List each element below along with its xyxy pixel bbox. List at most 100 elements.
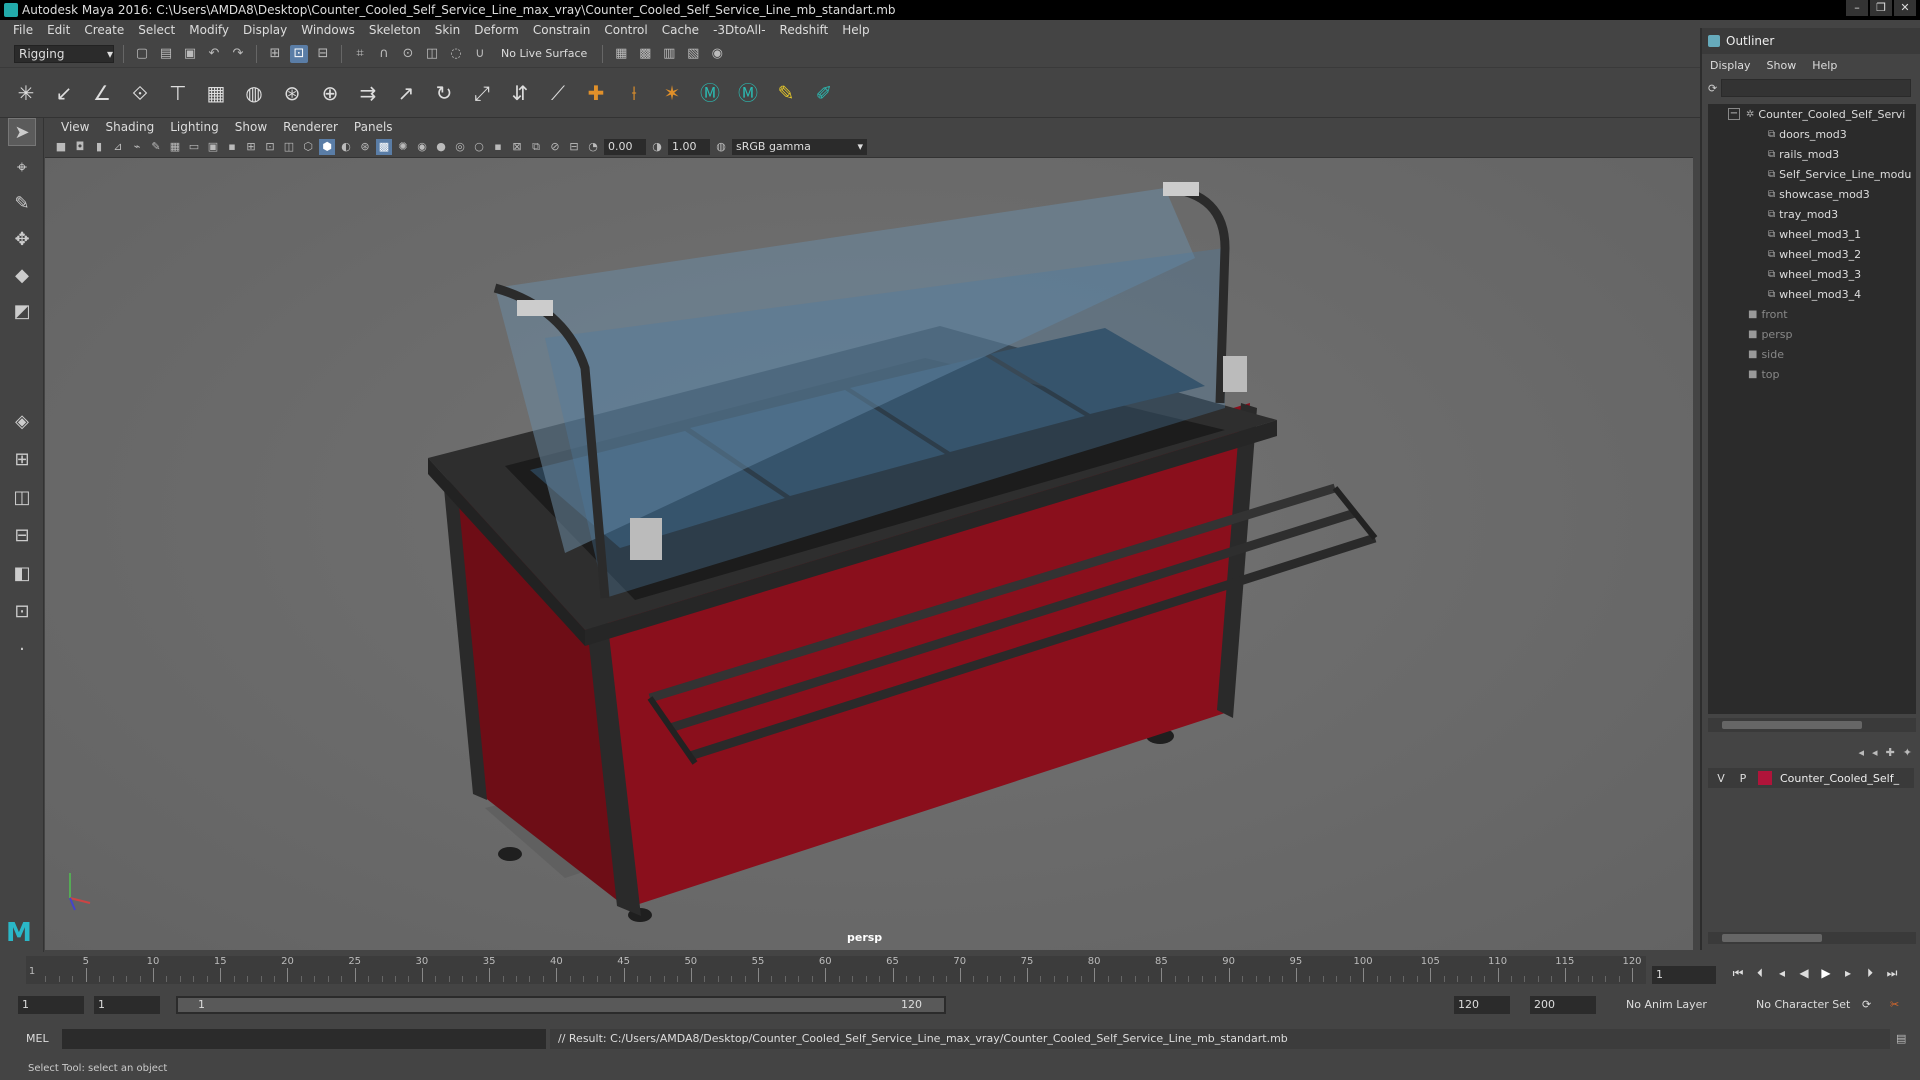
default-material-icon[interactable]: ◐ <box>338 139 354 155</box>
outliner-camera-persp[interactable]: ■ persp <box>1708 324 1916 344</box>
anim-layer-dropdown[interactable]: No Anim Layer <box>1626 996 1707 1014</box>
depth-of-field-icon[interactable]: ▪ <box>490 139 506 155</box>
vp-menu-panels[interactable]: Panels <box>346 120 401 134</box>
outliner-horizontal-scrollbar[interactable] <box>1708 718 1916 732</box>
3d-scene[interactable]: persp <box>45 158 1693 950</box>
lasso-tool-icon[interactable]: ⌖ <box>8 154 36 182</box>
playback-start-field[interactable]: 1 <box>94 996 160 1014</box>
live-surface-label[interactable]: No Live Surface <box>495 47 593 60</box>
xray-joints-icon[interactable]: ⊘ <box>547 139 563 155</box>
parent-constraint-icon[interactable]: ⇵ <box>506 79 534 107</box>
menu-control[interactable]: Control <box>597 23 654 37</box>
smooth-shade-icon[interactable]: ⬢ <box>319 138 335 155</box>
menu-select[interactable]: Select <box>131 23 182 37</box>
step-forward-frame-icon[interactable]: ▸ <box>1840 966 1856 981</box>
snap-curve-icon[interactable]: ∩ <box>375 45 393 63</box>
character-set-dropdown[interactable]: No Character Set <box>1756 996 1850 1014</box>
outliner-camera-side[interactable]: ■ side <box>1708 344 1916 364</box>
single-perspective-layout-icon[interactable]: ◈ <box>8 408 36 436</box>
outliner-camera-top[interactable]: ■ top <box>1708 364 1916 384</box>
menu-create[interactable]: Create <box>77 23 131 37</box>
textured-icon[interactable]: ▩ <box>376 138 392 155</box>
aim-constraint-icon[interactable]: ↗ <box>392 79 420 107</box>
menu-redshift[interactable]: Redshift <box>773 23 836 37</box>
step-back-key-icon[interactable]: ⏴ <box>1752 966 1768 981</box>
cv-curve-icon[interactable]: ⟊ <box>620 79 648 107</box>
camera-select-icon[interactable]: ■ <box>53 139 69 155</box>
locator-icon[interactable]: ✚ <box>582 79 610 107</box>
render-settings-icon[interactable]: ▦ <box>612 45 630 63</box>
gamma-icon[interactable]: ◑ <box>649 139 665 155</box>
new-layer-icon[interactable]: ✚ <box>1886 746 1895 759</box>
outliner-search-input[interactable] <box>1721 79 1912 97</box>
outliner-camera-front[interactable]: ■ front <box>1708 304 1916 324</box>
use-all-lights-icon[interactable]: ✺ <box>395 139 411 155</box>
open-scene-icon[interactable]: ▤ <box>157 45 175 63</box>
menu-file[interactable]: File <box>6 23 40 37</box>
go-to-end-icon[interactable]: ⏭ <box>1884 966 1900 981</box>
outliner-item-wheel-mod3-3[interactable]: ⧉ wheel_mod3_3 <box>1708 264 1916 284</box>
menu-help[interactable]: Help <box>835 23 876 37</box>
script-editor-icon[interactable]: ▤ <box>1896 1032 1906 1045</box>
outliner-item-rails-mod3[interactable]: ⧉ rails_mod3 <box>1708 144 1916 164</box>
grid-icon[interactable]: ▦ <box>167 139 183 155</box>
rotate-tool-icon[interactable]: ◆ <box>8 262 36 290</box>
outliner-item-wheel-mod3-4[interactable]: ⧉ wheel_mod3_4 <box>1708 284 1916 304</box>
xray-icon[interactable]: ⧉ <box>528 139 544 155</box>
isolate-select-icon[interactable]: ⊠ <box>509 139 525 155</box>
lattice-icon[interactable]: ◍ <box>240 79 268 107</box>
grease-pencil-icon[interactable]: ✎ <box>148 139 164 155</box>
animation-start-field[interactable]: 1 <box>18 996 84 1014</box>
select-object-icon[interactable]: ⊡ <box>290 44 308 63</box>
anti-aliasing-icon[interactable]: ○ <box>471 139 487 155</box>
time-ruler[interactable]: 1 5 10 15 20 25 30 35 40 45 50 55 60 65 70 75 80 85 90 95 1… <box>26 956 1646 984</box>
anim-preferences-icon[interactable]: ✂ <box>1890 996 1899 1014</box>
outliner-item-doors-mod3[interactable]: ⧉ doors_mod3 <box>1708 124 1916 144</box>
restore-button[interactable]: ❐ <box>1870 0 1892 16</box>
hypershade-layout-icon[interactable]: ⊡ <box>8 598 36 626</box>
collapse-icon[interactable]: − <box>1728 108 1740 120</box>
ipr-render-icon[interactable]: ▥ <box>660 45 678 63</box>
four-view-layout-icon[interactable]: ⊞ <box>8 446 36 474</box>
camera-attributes-icon[interactable]: ◘ <box>72 139 88 155</box>
filter-icon[interactable]: ⟳ <box>1708 82 1717 95</box>
snap-grid-icon[interactable]: ⌗ <box>351 45 369 63</box>
menu-set-dropdown[interactable]: Rigging ▾ <box>14 44 114 63</box>
close-button[interactable]: ✕ <box>1894 0 1916 16</box>
pole-vector-icon[interactable]: ⟋ <box>544 79 572 107</box>
image-plane-icon[interactable]: ⊿ <box>110 139 126 155</box>
outliner-item-showcase-mod3[interactable]: ⧉ showcase_mod3 <box>1708 184 1916 204</box>
view-transform-dropdown[interactable]: sRGB gamma ▾ <box>732 138 867 155</box>
animation-end-field[interactable]: 200 <box>1530 996 1596 1014</box>
menu-3dtoall[interactable]: -3DtoAll- <box>706 23 772 37</box>
step-forward-key-icon[interactable]: ⏵ <box>1862 966 1878 981</box>
range-handle[interactable]: 1 120 <box>178 998 944 1012</box>
resolution-gate-icon[interactable]: ▣ <box>205 139 221 155</box>
snap-surface-icon[interactable]: ◌ <box>447 45 465 63</box>
gate-mask-icon[interactable]: ▪ <box>224 139 240 155</box>
safe-title-icon[interactable]: ◫ <box>281 139 297 155</box>
shadows-icon[interactable]: ◉ <box>414 139 430 155</box>
wireframe-on-shaded-icon[interactable]: ⊛ <box>357 139 373 155</box>
step-back-frame-icon[interactable]: ◂ <box>1774 966 1790 981</box>
vp-menu-shading[interactable]: Shading <box>97 120 162 134</box>
outliner-menu-display[interactable]: Display <box>1710 59 1751 72</box>
orient-constraint-icon[interactable]: ↻ <box>430 79 458 107</box>
field-chart-icon[interactable]: ⊞ <box>243 139 259 155</box>
snap-view-plane-icon[interactable]: ◫ <box>423 45 441 63</box>
menu-skin[interactable]: Skin <box>428 23 468 37</box>
wireframe-icon[interactable]: ⬡ <box>300 139 316 155</box>
layer-horizontal-scrollbar[interactable] <box>1708 932 1916 944</box>
joint-tool-icon[interactable]: ✳ <box>12 79 40 107</box>
minimize-button[interactable]: – <box>1846 0 1868 16</box>
go-to-start-icon[interactable]: ⏮ <box>1730 966 1746 981</box>
hypershade-icon[interactable]: ◉ <box>708 45 726 63</box>
script-language-label[interactable]: MEL <box>26 1032 49 1045</box>
move-tool-icon[interactable]: ✥ <box>8 226 36 254</box>
playback-end-field[interactable]: 120 <box>1454 996 1510 1014</box>
undo-icon[interactable]: ↶ <box>205 45 223 63</box>
persp-graph-layout-icon[interactable]: ◧ <box>8 560 36 588</box>
render-frame-icon[interactable]: ▩ <box>636 45 654 63</box>
scale-constraint-icon[interactable]: ⤢ <box>468 79 496 107</box>
save-scene-icon[interactable]: ▣ <box>181 45 199 63</box>
